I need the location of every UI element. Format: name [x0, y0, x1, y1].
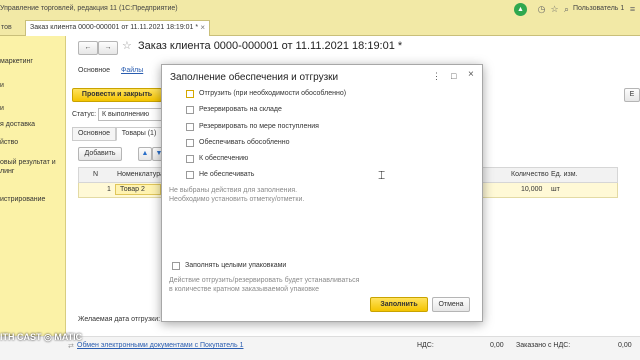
link-arrow-icon: ⇄	[68, 343, 74, 350]
edi-link[interactable]: Обмен электронными документами с Покупат…	[77, 342, 243, 349]
post-and-close-button[interactable]: Провести и закрыть	[72, 88, 162, 102]
forward-button[interactable]: →	[98, 41, 118, 55]
sidebar-item-financial-result[interactable]: овый результат и	[0, 159, 56, 166]
star-icon[interactable]: ☆	[122, 39, 132, 52]
checkbox[interactable]	[186, 155, 194, 163]
col-qty: Количество	[511, 171, 549, 178]
col-n: N	[93, 171, 99, 178]
close-icon[interactable]: ×	[468, 69, 474, 80]
fill-dialog: Заполнение обеспечения и отгрузки ⋮ □ × …	[161, 64, 483, 322]
subtab-main[interactable]: Основное	[72, 127, 116, 141]
subtab-goods[interactable]: Товары (1)	[116, 127, 162, 141]
bell-icon[interactable]: ▲	[514, 3, 527, 16]
checkbox[interactable]	[172, 262, 180, 270]
sidebar-item-administration[interactable]: истрирование	[0, 196, 45, 203]
tab-products-stub[interactable]: тов	[0, 19, 12, 36]
checkbox[interactable]	[186, 123, 194, 131]
sidebar: маркетинг и и я доставка йство овый резу…	[0, 36, 66, 360]
checkbox[interactable]	[186, 90, 194, 98]
nav-main[interactable]: Основное	[78, 67, 110, 74]
dialog-title: Заполнение обеспечения и отгрузки	[170, 72, 339, 83]
maximize-icon[interactable]: □	[451, 71, 456, 81]
tab-customer-order-label: Заказ клиента 0000-000001 от 11.11.2021 …	[30, 24, 199, 31]
vat-value: 0,00	[490, 342, 504, 349]
status-label: Статус:	[72, 111, 97, 118]
fill-button[interactable]: Заполнить	[370, 297, 428, 312]
col-unit: Ед. изм.	[551, 171, 578, 178]
checkbox[interactable]	[186, 106, 194, 114]
sidebar-item-controlling[interactable]: линг	[0, 168, 14, 175]
vat-label: НДС:	[417, 342, 434, 349]
hint-line-2: Необходимо установить отметку/отметки.	[169, 196, 305, 203]
user-name[interactable]: Пользователь 1	[573, 5, 624, 12]
status-value: К выполнению	[102, 111, 150, 118]
search-icon[interactable]: ⌕	[560, 3, 573, 16]
window-tabs: тов Заказ клиента 0000-000001 от 11.11.2…	[0, 19, 640, 36]
checkbox[interactable]	[186, 139, 194, 147]
app-title: Управление торговлей, редакция 11 (1С:Пр…	[0, 5, 178, 12]
hint-line-1: Не выбраны действия для заполнения.	[169, 187, 298, 194]
more-right-button[interactable]: Е	[624, 88, 640, 102]
more-icon[interactable]: ⋮	[432, 71, 441, 82]
sidebar-item-marketing[interactable]: маркетинг	[0, 58, 33, 65]
close-icon[interactable]: ×	[200, 21, 205, 35]
sidebar-item-3[interactable]: и	[0, 105, 4, 112]
sidebar-item-2[interactable]: и	[0, 82, 4, 89]
move-up-button[interactable]: ▲	[138, 147, 152, 161]
history-icon[interactable]: ◷	[535, 3, 548, 16]
col-item: Номенклатура	[117, 171, 164, 178]
menu-icon[interactable]: ≡	[626, 3, 639, 16]
mouse-cursor-icon: ⌶	[378, 168, 386, 182]
packages-hint-1: Действие отгрузить/резервировать будет у…	[169, 277, 360, 284]
cell-unit[interactable]: шт	[551, 186, 560, 193]
cell-n: 1	[107, 186, 111, 193]
cancel-button[interactable]: Отмена	[432, 297, 470, 312]
cell-item[interactable]: Товар 2	[115, 184, 161, 195]
title-bar: Управление торговлей, редакция 11 (1С:Пр…	[0, 0, 640, 19]
checkbox[interactable]	[186, 171, 194, 179]
add-button[interactable]: Добавить	[78, 147, 122, 161]
ordered-vat-label: Заказано с НДС:	[516, 342, 571, 349]
packages-hint-2: в количестве кратном заказываемой упаков…	[169, 286, 320, 293]
watermark: ITH CAST ◎ MATIC	[0, 332, 83, 342]
tab-customer-order[interactable]: Заказ клиента 0000-000001 от 11.11.2021 …	[25, 20, 210, 36]
back-button[interactable]: ←	[78, 41, 98, 55]
sidebar-item-delivery[interactable]: я доставка	[0, 121, 35, 128]
ordered-vat-value: 0,00	[618, 342, 632, 349]
page-title: Заказ клиента 0000-000001 от 11.11.2021 …	[138, 40, 403, 52]
cell-qty[interactable]: 10,000	[521, 186, 542, 193]
bottom-bar: ⇄ Обмен электронными документами с Покуп…	[0, 336, 640, 360]
nav-files[interactable]: Файлы	[121, 67, 143, 74]
sidebar-item-economy[interactable]: йство	[0, 139, 18, 146]
desired-date-label: Желаемая дата отгрузки:	[78, 316, 161, 323]
